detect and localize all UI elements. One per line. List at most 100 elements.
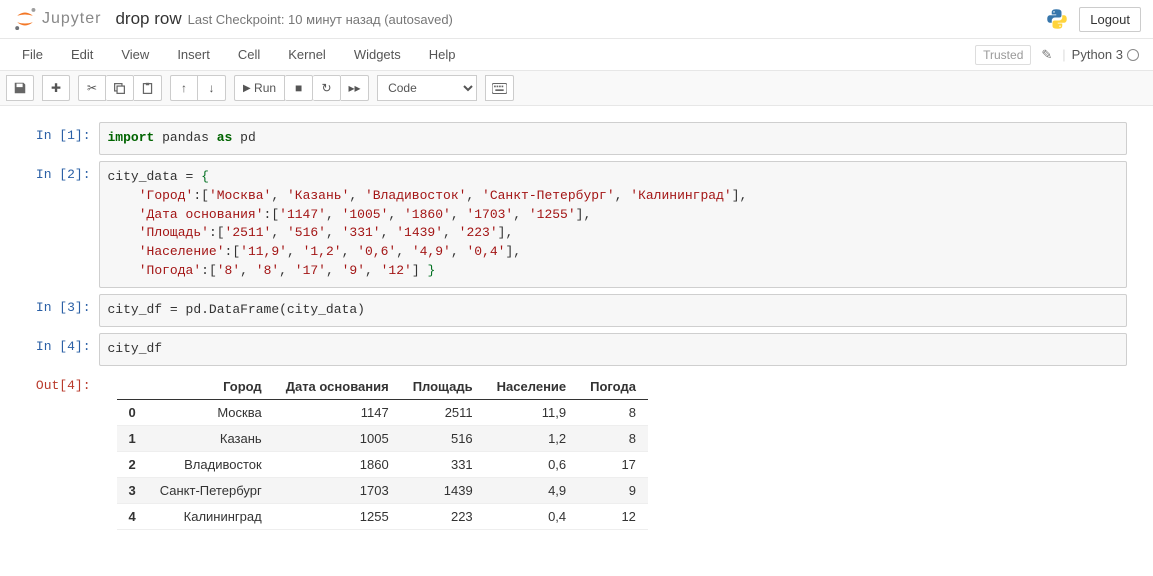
cell-type-select[interactable]: Code [377, 75, 477, 101]
menu-kernel[interactable]: Kernel [274, 39, 340, 70]
arrow-down-icon: ↓ [209, 81, 215, 95]
paste-button[interactable] [134, 75, 162, 101]
row-index: 1 [117, 425, 148, 451]
code-cell[interactable]: In [4]:city_df [27, 333, 1127, 366]
table-cell: Москва [148, 399, 274, 425]
notebook-area: In [1]:import pandas as pd In [2]:city_da… [0, 106, 1153, 576]
row-index: 2 [117, 451, 148, 477]
run-button[interactable]: ▶ Run [234, 75, 285, 101]
arrow-up-icon: ↑ [181, 81, 187, 95]
copy-icon [113, 82, 126, 95]
keyboard-icon [492, 83, 507, 94]
table-cell: Владивосток [148, 451, 274, 477]
dataframe-table: ГородДата основанияПлощадьНаселениеПогод… [117, 374, 648, 530]
menu-edit[interactable]: Edit [57, 39, 107, 70]
cut-button[interactable]: ✂ [78, 75, 106, 101]
kernel-status-icon [1127, 49, 1139, 61]
table-cell: 1703 [274, 477, 401, 503]
save-icon [13, 81, 27, 95]
table-cell: 1,2 [485, 425, 578, 451]
code-cell[interactable]: In [1]:import pandas as pd [27, 122, 1127, 155]
checkpoint-text: Last Checkpoint: 10 минут назад (autosav… [188, 12, 453, 27]
stop-icon: ■ [295, 81, 302, 95]
table-cell: 1005 [274, 425, 401, 451]
kernel-indicator[interactable]: Python 3 [1072, 47, 1139, 62]
table-cell: 12 [578, 503, 648, 529]
table-cell: 17 [578, 451, 648, 477]
menu-widgets[interactable]: Widgets [340, 39, 415, 70]
run-icon: ▶ [243, 83, 251, 94]
row-index: 0 [117, 399, 148, 425]
trusted-badge[interactable]: Trusted [975, 45, 1031, 65]
table-cell: Калининград [148, 503, 274, 529]
table-cell: 331 [401, 451, 485, 477]
header: Jupyter drop row Last Checkpoint: 10 мин… [0, 0, 1153, 39]
command-palette-button[interactable] [485, 75, 514, 101]
table-row: 3Санкт-Петербург170314394,99 [117, 477, 648, 503]
table-cell: 1147 [274, 399, 401, 425]
table-row: 0Москва1147251111,98 [117, 399, 648, 425]
table-cell: 223 [401, 503, 485, 529]
copy-button[interactable] [106, 75, 134, 101]
code-input[interactable]: import pandas as pd [99, 122, 1127, 155]
code-cell[interactable]: In [3]:city_df = pd.DataFrame(city_data) [27, 294, 1127, 327]
python-icon [1045, 7, 1069, 31]
table-row: 4Калининград12552230,412 [117, 503, 648, 529]
table-header: Дата основания [274, 374, 401, 400]
jupyter-icon [12, 6, 38, 32]
input-prompt: In [4]: [27, 333, 99, 366]
table-cell: 8 [578, 425, 648, 451]
output-prompt: Out[4]: [27, 372, 99, 530]
logo-text: Jupyter [42, 10, 101, 28]
toolbar: ✚ ✂ ↑ ↓ ▶ Run ■ ↻ ▸▸ Code [0, 71, 1153, 106]
table-header: Погода [578, 374, 648, 400]
table-cell: 4,9 [485, 477, 578, 503]
jupyter-logo[interactable]: Jupyter [12, 6, 101, 32]
input-prompt: In [3]: [27, 294, 99, 327]
table-header: Население [485, 374, 578, 400]
table-header: Площадь [401, 374, 485, 400]
move-up-button[interactable]: ↑ [170, 75, 198, 101]
code-input[interactable]: city_df [99, 333, 1127, 366]
table-cell: 0,6 [485, 451, 578, 477]
table-cell: 8 [578, 399, 648, 425]
logout-button[interactable]: Logout [1079, 7, 1141, 32]
save-button[interactable] [6, 75, 34, 101]
table-cell: 1255 [274, 503, 401, 529]
menu-cell[interactable]: Cell [224, 39, 274, 70]
row-index: 4 [117, 503, 148, 529]
kernel-name: Python 3 [1072, 47, 1123, 62]
restart-button[interactable]: ↻ [313, 75, 341, 101]
code-input[interactable]: city_data = { 'Город':['Москва', 'Казань… [99, 161, 1127, 288]
plus-icon: ✚ [51, 81, 61, 95]
menu-insert[interactable]: Insert [163, 39, 224, 70]
table-cell: 516 [401, 425, 485, 451]
table-cell: 0,4 [485, 503, 578, 529]
restart-run-button[interactable]: ▸▸ [341, 75, 369, 101]
menu-view[interactable]: View [107, 39, 163, 70]
row-index: 3 [117, 477, 148, 503]
table-cell: 11,9 [485, 399, 578, 425]
move-down-button[interactable]: ↓ [198, 75, 226, 101]
paste-icon [141, 82, 154, 95]
interrupt-button[interactable]: ■ [285, 75, 313, 101]
table-cell: 1860 [274, 451, 401, 477]
restart-icon: ↻ [322, 81, 332, 95]
edit-icon[interactable]: ✎ [1037, 47, 1056, 63]
fast-forward-icon: ▸▸ [349, 81, 361, 95]
notebook-name[interactable]: drop row [115, 9, 181, 29]
table-cell: Санкт-Петербург [148, 477, 274, 503]
add-cell-button[interactable]: ✚ [42, 75, 70, 101]
table-header: Город [148, 374, 274, 400]
table-cell: Казань [148, 425, 274, 451]
code-input[interactable]: city_df = pd.DataFrame(city_data) [99, 294, 1127, 327]
code-cell[interactable]: In [2]:city_data = { 'Город':['Москва', … [27, 161, 1127, 288]
menu-help[interactable]: Help [415, 39, 470, 70]
table-cell: 9 [578, 477, 648, 503]
menu-file[interactable]: File [8, 39, 57, 70]
table-row: 1Казань10055161,28 [117, 425, 648, 451]
input-prompt: In [1]: [27, 122, 99, 155]
cut-icon: ✂ [87, 81, 97, 95]
table-cell: 2511 [401, 399, 485, 425]
menubar: FileEditViewInsertCellKernelWidgetsHelp … [0, 39, 1153, 71]
